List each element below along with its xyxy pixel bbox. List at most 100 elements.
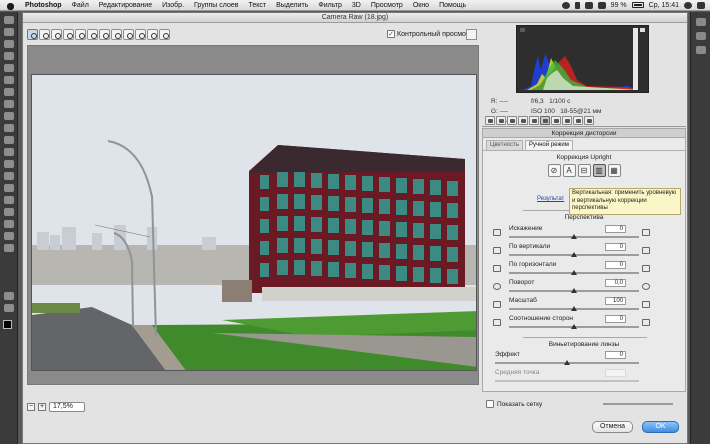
menu-type[interactable]: Текст [243, 2, 271, 9]
zoom-level-select[interactable]: 17,5% [49, 402, 85, 412]
show-grid-checkbox[interactable] [486, 400, 494, 408]
slider-thumb[interactable] [571, 306, 577, 311]
tab-camera-calibration-icon[interactable] [562, 115, 572, 125]
menu-layer[interactable]: Группы слоев [189, 2, 243, 9]
menu-help[interactable]: Помощь [434, 2, 471, 9]
slider-value[interactable]: 0 [605, 261, 626, 269]
panel-properties-icon[interactable] [695, 32, 706, 40]
tab-snapshots-icon[interactable] [584, 115, 594, 125]
slider-thumb[interactable] [571, 234, 577, 239]
ok-button[interactable]: OK [642, 421, 679, 433]
zoom-out-button[interactable]: − [27, 403, 35, 411]
volume-icon[interactable] [597, 1, 606, 9]
move-tool-icon[interactable] [3, 16, 14, 24]
slider-thumb[interactable] [571, 324, 577, 329]
bluetooth-icon[interactable] [574, 1, 580, 9]
history-brush-tool-icon[interactable] [3, 124, 14, 132]
menu-select[interactable]: Выделить [271, 2, 313, 9]
eyedropper-tool-icon[interactable] [3, 76, 14, 84]
slider-track[interactable] [509, 306, 639, 311]
adjustment-brush-icon[interactable] [135, 29, 146, 40]
shadow-clip-icon[interactable] [520, 28, 525, 32]
stamp-tool-icon[interactable] [3, 112, 14, 120]
subtab-color[interactable]: Цветность [486, 140, 523, 150]
white-balance-tool-icon[interactable] [51, 29, 62, 40]
wifi-icon[interactable] [584, 1, 593, 9]
quick-select-tool-icon[interactable] [3, 52, 14, 60]
screen-mode-icon[interactable] [3, 304, 14, 312]
tab-effects-icon[interactable] [551, 115, 561, 125]
timemachine-icon[interactable] [561, 1, 570, 9]
slider-value[interactable]: 0 [605, 225, 626, 233]
tab-presets-icon[interactable] [573, 115, 583, 125]
upright-level-icon[interactable]: ⊟ [577, 164, 591, 177]
zoom-in-button[interactable]: + [38, 403, 46, 411]
slider-thumb[interactable] [571, 270, 577, 275]
slider-value[interactable]: 0 [605, 351, 626, 359]
slider-track[interactable] [509, 288, 639, 293]
slider-thumb[interactable] [564, 360, 570, 365]
menu-window[interactable]: Окно [408, 2, 434, 9]
menu-image[interactable]: Изобр. [157, 2, 189, 9]
crop-tool-icon[interactable] [3, 64, 14, 72]
slider-value[interactable]: 0,0 [605, 279, 626, 287]
gradient-tool-icon[interactable] [3, 148, 14, 156]
slider-value[interactable]: 0 [605, 243, 626, 251]
menu-filter[interactable]: Фильтр [313, 2, 347, 9]
radial-filter-icon[interactable] [159, 29, 170, 40]
eraser-tool-icon[interactable] [3, 136, 14, 144]
hand-tool-icon[interactable] [3, 232, 14, 240]
cancel-button[interactable]: Отмена [592, 421, 633, 433]
lasso-tool-icon[interactable] [3, 40, 14, 48]
tab-hsl-icon[interactable] [518, 115, 528, 125]
show-grid-toggle[interactable]: Показать сетку [486, 400, 542, 408]
hand-tool-icon[interactable] [39, 29, 50, 40]
preview-canvas[interactable] [27, 45, 479, 385]
slider-track[interactable] [509, 270, 639, 275]
slider-track[interactable] [509, 234, 639, 239]
notification-icon[interactable] [697, 1, 705, 9]
tab-detail-icon[interactable] [507, 115, 517, 125]
battery-icon[interactable] [631, 2, 644, 8]
red-eye-tool-icon[interactable] [123, 29, 134, 40]
graduated-filter-icon[interactable] [147, 29, 158, 40]
preview-checkbox[interactable]: ✓ [387, 30, 395, 38]
brush-tool-icon[interactable] [3, 100, 14, 108]
shape-tool-icon[interactable] [3, 220, 14, 228]
slider-value[interactable]: 100 [605, 297, 626, 305]
crop-tool-icon[interactable] [87, 29, 98, 40]
targeted-adjustment-tool-icon[interactable] [75, 29, 86, 40]
slider-track[interactable] [509, 252, 639, 257]
foreground-color-swatch[interactable] [3, 320, 12, 329]
menu-app[interactable]: Photoshop [20, 2, 67, 9]
tab-basic-icon[interactable] [485, 115, 495, 125]
dodge-tool-icon[interactable] [3, 172, 14, 180]
fullscreen-icon[interactable] [466, 29, 477, 40]
upright-full-icon[interactable]: ▦ [607, 164, 621, 177]
upright-off-icon[interactable]: ⊘ [547, 164, 561, 177]
color-sampler-tool-icon[interactable] [63, 29, 74, 40]
slider-track[interactable] [495, 360, 639, 365]
highlight-clip-icon[interactable] [640, 28, 645, 32]
pen-tool-icon[interactable] [3, 184, 14, 192]
spotlight-icon[interactable] [684, 1, 692, 9]
slider-value[interactable]: 0 [605, 315, 626, 323]
slider-thumb[interactable] [571, 288, 577, 293]
panel-layers-icon[interactable] [695, 46, 706, 54]
slider-thumb[interactable] [571, 252, 577, 257]
quick-mask-icon[interactable] [3, 292, 14, 300]
tab-lens-corrections-icon[interactable] [540, 115, 550, 125]
spot-removal-tool-icon[interactable] [111, 29, 122, 40]
upright-vertical-icon[interactable]: ▥ [592, 164, 606, 177]
path-select-tool-icon[interactable] [3, 208, 14, 216]
zoom-tool-icon[interactable] [27, 29, 38, 40]
results-link[interactable]: Результат [537, 196, 564, 202]
menu-file[interactable]: Файл [67, 2, 94, 9]
preview-toggle[interactable]: ✓ Контрольный просмотр [387, 30, 473, 38]
apple-icon[interactable] [6, 1, 16, 10]
type-tool-icon[interactable] [3, 196, 14, 204]
menu-view[interactable]: Просмотр [366, 2, 408, 9]
clock[interactable]: Ср, 15:41 [649, 2, 679, 9]
grid-size-slider[interactable] [603, 403, 673, 405]
upright-auto-icon[interactable]: A [562, 164, 576, 177]
